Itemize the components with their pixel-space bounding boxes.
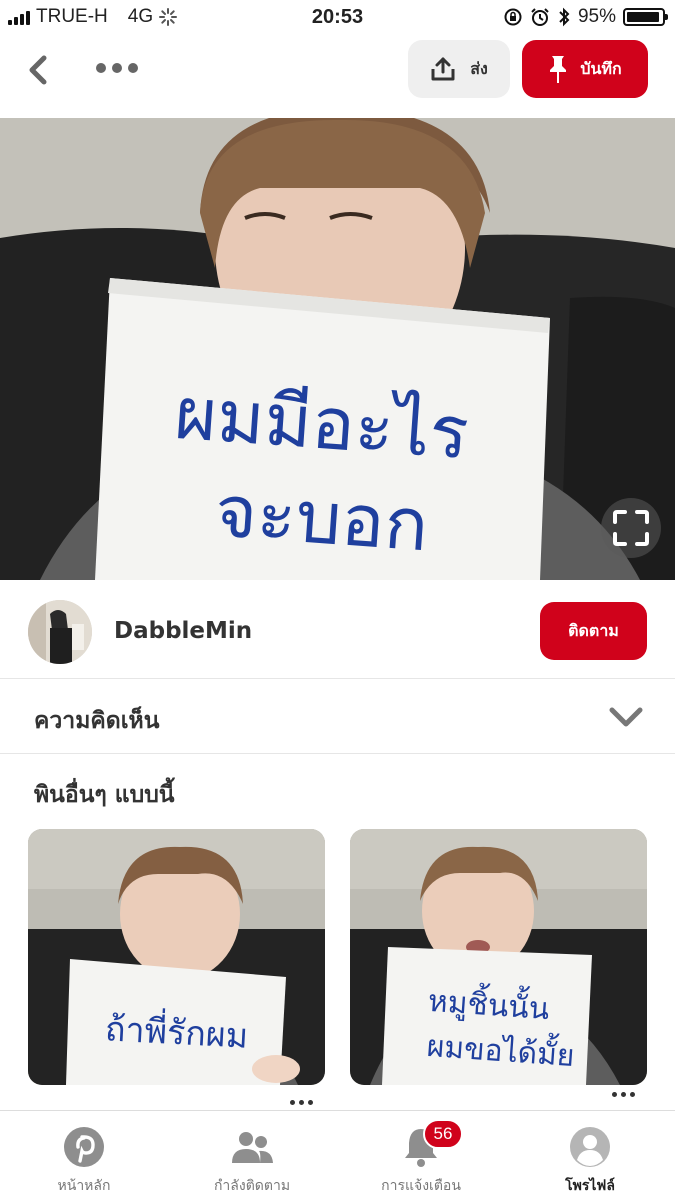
- bottom-tab-bar: หน้าหลัก กำลังติดตาม 56 การแจ้งเตือน โพร…: [0, 1110, 675, 1201]
- avatar[interactable]: [28, 600, 92, 664]
- bell-icon: 56: [399, 1119, 463, 1169]
- related-pin-2[interactable]: หมูชิ้นนั้น ผมขอได้มั้ย: [350, 829, 647, 1085]
- share-label: ส่ง: [470, 58, 488, 78]
- save-label: บันทึก: [580, 58, 622, 78]
- share-upload-icon: [431, 57, 455, 81]
- comments-section[interactable]: ความคิดเห็น: [0, 679, 675, 754]
- tab-profile[interactable]: โพรไฟล์: [506, 1111, 674, 1201]
- related-pin-1[interactable]: ถ้าพี่รักผม: [28, 829, 325, 1085]
- notification-badge: 56: [423, 1119, 463, 1149]
- tab-following[interactable]: กำลังติดตาม: [168, 1111, 336, 1201]
- expand-icon: [613, 510, 649, 546]
- pin-image[interactable]: ผมมีอะไร จะบอก: [0, 118, 675, 580]
- pin-icon: [550, 56, 567, 83]
- avatar-photo: [28, 600, 92, 664]
- tab-home-label: หน้าหลัก: [57, 1178, 111, 1194]
- alarm-icon: [531, 8, 549, 26]
- comments-title: ความคิดเห็น: [34, 708, 160, 734]
- battery-icon: [623, 8, 668, 26]
- follow-button[interactable]: ติดตาม: [540, 602, 647, 660]
- chevron-down-icon: [609, 707, 643, 727]
- tab-notifications[interactable]: 56 การแจ้งเตือน: [337, 1111, 505, 1201]
- chevron-left-icon: [29, 55, 47, 85]
- tab-following-label: กำลังติดตาม: [213, 1178, 291, 1194]
- dot-icon: [128, 63, 138, 73]
- tab-home[interactable]: หน้าหลัก: [0, 1111, 168, 1201]
- tab-notifications-label: การแจ้งเตือน: [381, 1178, 461, 1194]
- people-icon: [230, 1125, 274, 1169]
- pin-photo: ผมมีอะไร จะบอก: [0, 118, 675, 580]
- pinterest-icon: [62, 1125, 106, 1169]
- top-nav: ส่ง บันทึก: [0, 36, 675, 116]
- related-pin-1-more-button[interactable]: [290, 1100, 313, 1105]
- back-button[interactable]: [18, 50, 58, 90]
- rotation-lock-icon: [504, 8, 522, 26]
- creator-row: DabbleMin ติดตาม: [0, 580, 675, 679]
- related-pin-2-more-button[interactable]: [612, 1092, 635, 1097]
- share-button[interactable]: ส่ง: [408, 40, 510, 98]
- status-bar: TRUE-H 4G 20:53 95%: [0, 0, 675, 36]
- dot-icon: [112, 63, 122, 73]
- related-pin-photo: หมูชิ้นนั้น ผมขอได้มั้ย: [350, 829, 647, 1085]
- related-pin-photo: ถ้าพี่รักผม: [28, 829, 325, 1085]
- profile-icon: [568, 1125, 612, 1169]
- bluetooth-icon: [559, 7, 570, 27]
- save-button[interactable]: บันทึก: [522, 40, 648, 98]
- expand-image-button[interactable]: [601, 498, 661, 558]
- hero-sign-line2: จะบอก: [212, 469, 431, 568]
- status-right: 95%: [503, 6, 668, 28]
- battery-percent: 95%: [577, 6, 616, 27]
- creator-name[interactable]: DabbleMin: [114, 618, 252, 644]
- more-like-this-title: พินอื่นๆ แบบนี้: [34, 782, 175, 808]
- more-options-button[interactable]: [96, 58, 142, 78]
- tab-profile-label: โพรไฟล์: [565, 1178, 615, 1194]
- dot-icon: [96, 63, 106, 73]
